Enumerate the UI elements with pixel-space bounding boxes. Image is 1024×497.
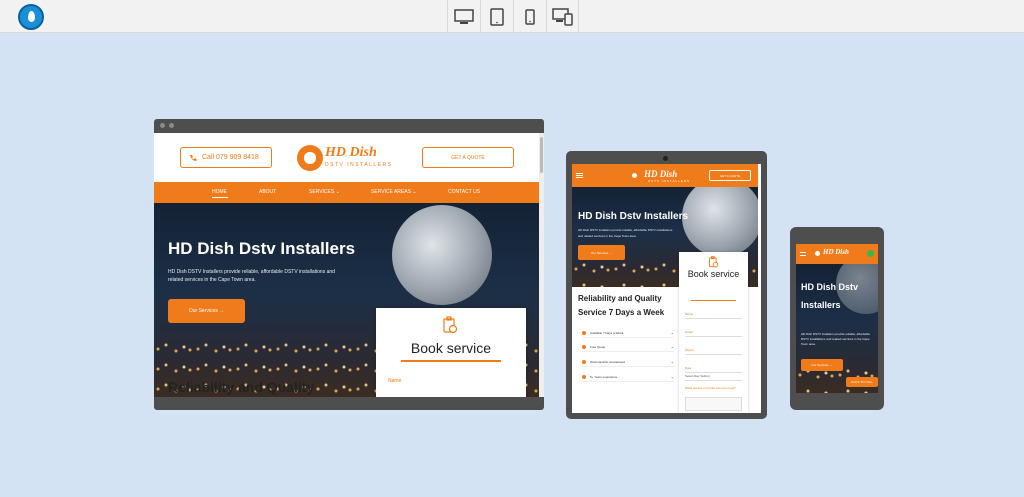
nav-services[interactable]: SERVICES ⌄ [309, 189, 340, 195]
chevron-down-icon: ⌄ [670, 374, 674, 379]
brand-logo-text: HD Dish [325, 145, 377, 160]
list-item-label: 5+ Years experience [590, 374, 618, 379]
nav-home[interactable]: HOME [212, 189, 227, 195]
hero-description: HD Dish DSTV Installers provide reliable… [578, 228, 673, 238]
call-button[interactable]: Call 079 909 8418 [180, 147, 272, 168]
list-item[interactable]: Free Quote ⌄ [582, 342, 674, 352]
chevron-down-icon: ⌄ [670, 359, 674, 364]
reliability-heading: Reliability and Quality [168, 379, 315, 395]
whatsapp-icon[interactable] [867, 250, 874, 257]
date-value[interactable]: Select Day Submit [685, 374, 742, 381]
desktop-scrollbar[interactable] [539, 133, 544, 397]
name-field[interactable]: Name [685, 312, 742, 319]
responsive-icon [551, 7, 573, 26]
brand-logo-subtitle: DSTV INSTALLERS [325, 162, 393, 168]
email-field[interactable]: Email [685, 330, 742, 337]
satellite-dish-image [392, 205, 492, 305]
recaptcha-widget[interactable] [685, 397, 742, 411]
list-item[interactable]: 5+ Years experience ⌄ [582, 372, 674, 382]
book-service-card: Book service Name Email Phone Date Selec… [679, 252, 748, 413]
date-field[interactable]: Date [685, 366, 742, 373]
hero-description: HD Dish DSTV Installers provide reliable… [168, 269, 335, 283]
bullet-icon [582, 374, 586, 379]
call-label: Call 079 909 8418 [202, 154, 259, 161]
hero-title: HD Dish Dstv Installers [168, 239, 356, 258]
book-service-card: Book service Name [376, 308, 526, 397]
phone-preview-frame: HD Dish HD Dish Dstv Installers HD Dish … [790, 227, 884, 410]
title-underline [691, 300, 736, 301]
top-toolbar [0, 0, 1024, 33]
book-service-title: Book service [687, 269, 740, 279]
window-dots [160, 123, 174, 128]
desktop-preview-frame: Call 079 909 8418 HD Dish DSTV INSTALLER… [154, 119, 544, 410]
title-underline [401, 360, 501, 362]
hamburger-menu-icon[interactable] [800, 252, 806, 256]
our-services-button[interactable]: Our Services → [801, 359, 843, 371]
app-logo-icon[interactable] [18, 4, 44, 30]
get-quote-button[interactable]: GET A QUOTE [422, 147, 514, 168]
phone-icon [525, 8, 535, 25]
nav-contact[interactable]: CONTACT US [448, 189, 480, 195]
tablet-camera [663, 156, 668, 161]
desktop-screen: Call 079 909 8418 HD Dish DSTV INSTALLER… [154, 133, 544, 397]
tablet-screen: HD Dish DSTV INSTALLERS GET A QUOTE HD D… [572, 164, 761, 413]
reliability-heading: Reliability and Quality Service 7 Days a… [578, 294, 665, 317]
nav-about[interactable]: ABOUT [259, 189, 276, 195]
list-item-label: Available 7 Days a Week [590, 330, 624, 335]
booking-icon [443, 316, 458, 334]
brand-logo-icon [812, 248, 823, 259]
tablet-header: HD Dish DSTV INSTALLERS GET A QUOTE [572, 164, 758, 187]
book-service-title: Book service [410, 340, 492, 356]
hero-section: HD Dish Dstv Installers HD Dish DSTV Ins… [796, 264, 878, 393]
brand-logo-text: HD Dish [823, 248, 849, 256]
list-item[interactable]: Available 7 Days a Week ⌄ [582, 328, 674, 338]
phone-view-button[interactable] [513, 0, 546, 33]
our-services-button[interactable]: Our Services → [578, 245, 625, 260]
bullet-icon [582, 330, 586, 335]
satellite-dish-image [682, 187, 758, 257]
phone-field[interactable]: Phone [685, 348, 742, 355]
bullet-icon [582, 359, 586, 364]
phone-call-icon [190, 154, 197, 161]
nav-active-indicator [212, 197, 228, 198]
nav-service-areas[interactable]: SERVICE AREAS ⌄ [371, 189, 417, 195]
our-services-button[interactable]: Our Services → [168, 299, 245, 323]
click-to-call-button[interactable]: CLICK TO CALL [846, 377, 878, 387]
tablet-preview-frame: HD Dish DSTV INSTALLERS GET A QUOTE HD D… [566, 151, 767, 419]
phone-screen: HD Dish HD Dish Dstv Installers HD Dish … [796, 244, 878, 393]
desktop-icon [454, 8, 474, 24]
list-item-label: Free Quote [590, 344, 606, 349]
brand-logo-icon [628, 169, 641, 182]
list-item-label: Workmanship Guaranteed [590, 359, 625, 364]
chevron-down-icon: ⌄ [670, 330, 674, 335]
tablet-view-button[interactable] [480, 0, 513, 33]
hero-title: HD Dish Dstv Installers [801, 282, 859, 310]
desktop-view-button[interactable] [447, 0, 480, 33]
brand-logo-subtitle: DSTV INSTALLERS [648, 179, 690, 183]
chevron-down-icon: ⌄ [670, 344, 674, 349]
service-field[interactable]: What service or product do you need? [685, 386, 742, 392]
brand-logo-text: HD Dish [644, 169, 678, 179]
hero-title: HD Dish Dstv Installers [578, 211, 689, 222]
responsive-view-button[interactable] [546, 0, 579, 33]
hero-description: HD Dish DSTV Installers provide reliable… [801, 332, 870, 346]
tablet-icon [490, 7, 504, 26]
get-quote-button[interactable]: GET A QUOTE [709, 170, 751, 181]
main-nav: HOME ABOUT SERVICES ⌄ SERVICE AREAS ⌄ CO… [154, 182, 539, 203]
brand-logo-icon [297, 145, 323, 171]
list-item[interactable]: Workmanship Guaranteed ⌄ [582, 357, 674, 367]
phone-header: HD Dish [796, 244, 878, 264]
name-field-label: Name [388, 378, 402, 384]
hamburger-menu-icon[interactable] [576, 173, 583, 178]
bullet-icon [582, 344, 586, 349]
device-switcher [447, 0, 579, 33]
